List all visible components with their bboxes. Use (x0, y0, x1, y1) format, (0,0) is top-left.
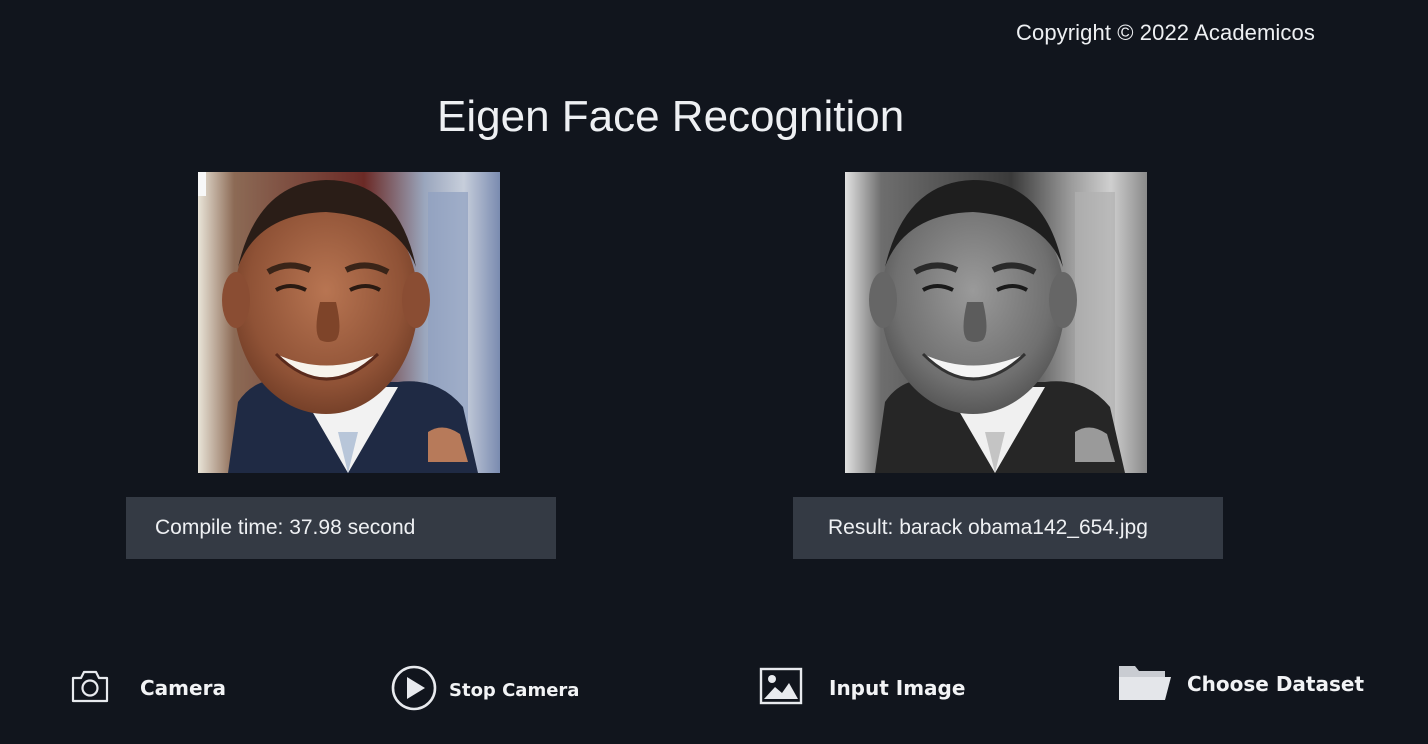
input-image-label: Input Image (829, 676, 966, 700)
compile-time-box: Compile time: 37.98 second (126, 497, 556, 559)
choose-dataset-button[interactable]: Choose Dataset (1117, 662, 1364, 706)
result-text: Result: barack obama142_654.jpg (828, 516, 1148, 539)
input-face-image (198, 172, 500, 473)
result-face-image (845, 172, 1147, 473)
input-image-button[interactable]: Input Image (759, 667, 965, 709)
play-circle-icon (391, 665, 437, 715)
input-face-graphic (198, 172, 500, 473)
stop-camera-button[interactable]: Stop Camera (391, 665, 579, 715)
stop-camera-label: Stop Camera (449, 679, 580, 701)
camera-label: Camera (140, 676, 226, 700)
folder-icon (1117, 662, 1173, 706)
copyright-text: Copyright © 2022 Academicos (1016, 20, 1315, 45)
image-icon (759, 667, 803, 709)
compile-time-text: Compile time: 37.98 second (155, 516, 416, 539)
result-box: Result: barack obama142_654.jpg (793, 497, 1223, 559)
page-title: Eigen Face Recognition (437, 92, 905, 141)
result-face-graphic (845, 172, 1147, 473)
choose-dataset-label: Choose Dataset (1187, 672, 1365, 696)
camera-button[interactable]: Camera (70, 668, 226, 708)
camera-icon (70, 668, 110, 708)
